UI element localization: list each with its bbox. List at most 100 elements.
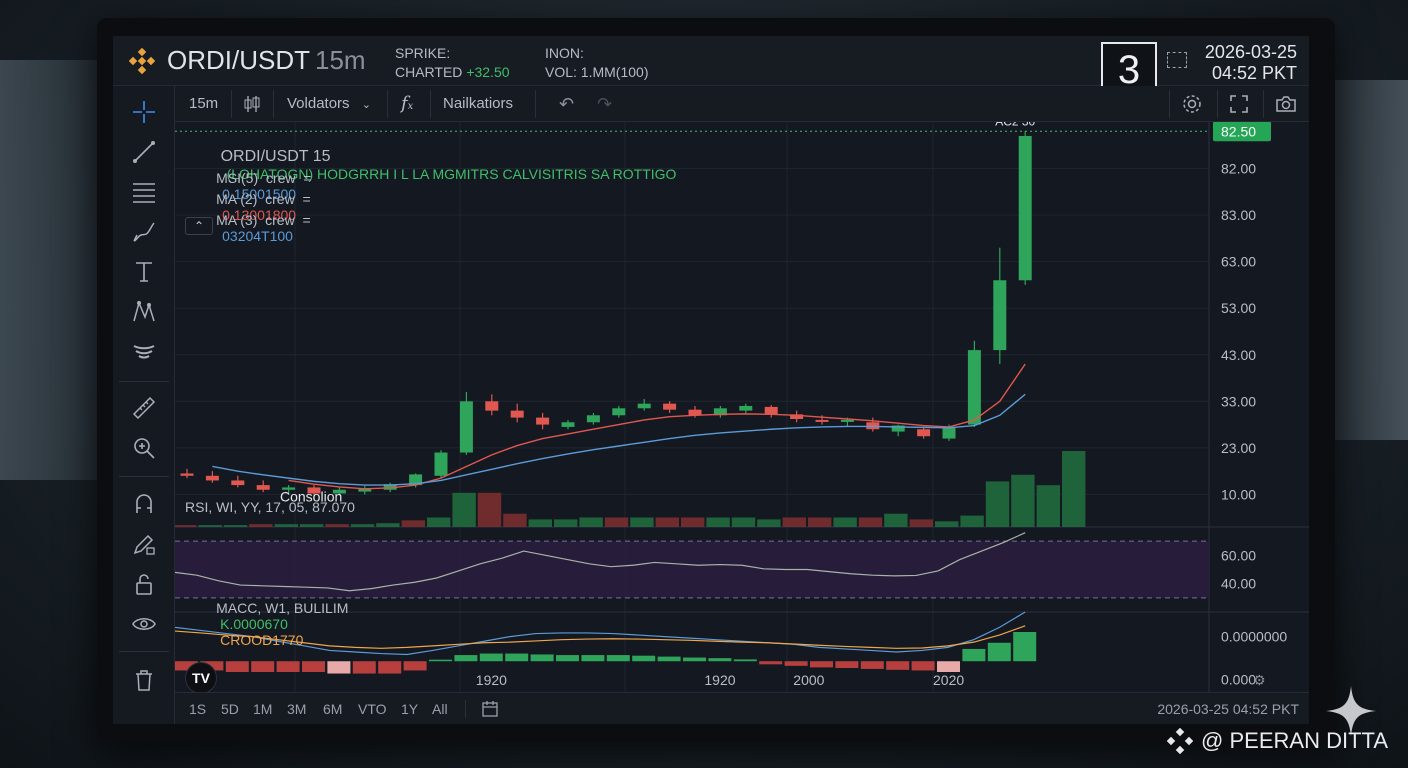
ruler-icon — [132, 396, 156, 420]
prediction-tool[interactable] — [128, 336, 160, 368]
macd-histogram-bar — [708, 658, 732, 662]
volume-bar — [223, 525, 248, 527]
camera-icon — [1276, 96, 1296, 112]
zoom-in-icon — [134, 438, 155, 459]
brush-tool[interactable] — [128, 216, 160, 248]
stat-line: CHARTED +32.50 — [395, 63, 510, 82]
range-6m[interactable]: 6M — [323, 701, 342, 717]
macd-histogram-bar — [479, 653, 503, 662]
macd-histogram-bar — [810, 661, 833, 668]
peak-label: AC2 30 — [995, 122, 1035, 128]
volume-bar — [909, 519, 933, 527]
candle-body — [485, 401, 499, 411]
range-3m[interactable]: 3M — [287, 701, 306, 717]
settings-button[interactable] — [1181, 86, 1203, 122]
zoom-tool[interactable] — [128, 432, 160, 464]
fullscreen-button[interactable] — [1229, 86, 1249, 122]
header-stat-charted: SPRIKE: CHARTED +32.50 — [395, 44, 510, 82]
range-5d[interactable]: 5D — [221, 701, 239, 717]
watermark: @ PEERAN DITTA — [1167, 728, 1388, 754]
date-range-button[interactable] — [481, 700, 499, 721]
candle-body — [510, 410, 524, 418]
toolbar-divider — [1263, 90, 1264, 118]
volume-bar — [833, 517, 857, 527]
legend-collapse-button[interactable]: ⌃ — [185, 217, 213, 235]
macd-value: K.0000670 — [220, 616, 288, 632]
candle-body — [637, 403, 651, 409]
price-axis-label: 63.00 — [1221, 254, 1256, 270]
lock-drawing-tool[interactable] — [128, 528, 160, 560]
undo-icon[interactable]: ↶ — [559, 86, 574, 122]
fib-tool[interactable] — [128, 176, 160, 208]
candle-type-button[interactable] — [243, 86, 261, 122]
chart-toolbar: 15m Voldators ⌄ fx Nailkatiors ↶ ↷ — [175, 86, 1309, 122]
header-stat-volume: INON: VOL: 1.MM(100) — [545, 44, 648, 82]
chart-area[interactable]: 82.00 83.00 63.00 53.00 43.00 33.00 23.00 10.00… — [175, 122, 1309, 724]
visibility-tool[interactable] — [128, 608, 160, 640]
candle-body — [612, 408, 626, 416]
lock-tool[interactable] — [128, 568, 160, 600]
magnet-tool[interactable] — [128, 488, 160, 520]
legend-label: MA (3) crew = — [216, 212, 311, 228]
candle-body — [993, 280, 1007, 351]
fullscreen-icon — [1230, 95, 1248, 113]
toolbar-divider — [273, 90, 274, 118]
toolbar-divider — [1217, 90, 1218, 118]
delete-tool[interactable] — [128, 664, 160, 696]
range-1s[interactable]: 1S — [189, 701, 206, 717]
volume-value: 1.MM(100) — [580, 64, 649, 80]
fx-button[interactable]: fx — [401, 86, 413, 122]
volume-bar — [985, 481, 1010, 527]
time-axis-label: 2000 — [793, 672, 824, 688]
price-tag: 82.50 — [1221, 123, 1256, 139]
pattern-tool[interactable] — [128, 296, 160, 328]
toolbar-divider — [119, 651, 169, 652]
select-area-icon[interactable] — [1167, 52, 1187, 68]
stat-label: INON: — [545, 45, 584, 61]
brush-icon — [133, 222, 155, 242]
measure-tool[interactable] — [128, 392, 160, 424]
stat-line: VOL: 1.MM(100) — [545, 63, 648, 82]
candle-body — [917, 429, 931, 437]
stat-label: SPRIKE: — [395, 45, 451, 61]
volume-bar — [427, 517, 451, 527]
macd-legend: MACC, W1, BULILIM K.0000670 CROOD1770 — [185, 584, 348, 664]
volume-bar — [325, 524, 349, 527]
macd-title: MACC, W1, BULILIM — [216, 600, 349, 616]
text-tool[interactable] — [128, 256, 160, 288]
trendline-tool[interactable] — [128, 136, 160, 168]
header-timeframe[interactable]: 15m — [315, 45, 366, 76]
candle-body — [764, 406, 778, 415]
range-1m[interactable]: 1M — [253, 701, 272, 717]
volume-bar — [274, 524, 298, 527]
volume-bar — [503, 513, 527, 527]
price-axis-label: 53.00 — [1221, 300, 1256, 316]
candle-body — [739, 405, 753, 411]
diamond-logo-icon — [1167, 728, 1194, 754]
candle-body — [561, 422, 575, 427]
candle-body — [536, 417, 550, 425]
volume-bar — [528, 519, 552, 527]
screenshot-button[interactable] — [1275, 86, 1297, 122]
macd-histogram-bar — [1013, 632, 1037, 662]
macd-histogram-bar — [352, 661, 376, 674]
macd-histogram-bar — [759, 661, 783, 665]
crosshair-tool[interactable] — [128, 96, 160, 128]
redo-icon[interactable]: ↷ — [597, 86, 612, 122]
alerts-button[interactable]: Nailkatiors — [443, 86, 513, 122]
candles-icon — [244, 96, 260, 112]
indicators-button[interactable]: Voldators ⌄ — [287, 86, 371, 122]
symbol-title[interactable]: ORDI/USDT — [167, 45, 310, 76]
tradingview-logo-icon[interactable]: TV — [185, 662, 217, 694]
price-axis-label: 33.00 — [1221, 393, 1256, 409]
toolbar-divider — [430, 90, 431, 118]
range-all[interactable]: All — [432, 701, 448, 717]
volume-bar — [300, 524, 324, 527]
pattern-icon — [133, 300, 155, 322]
candle-body — [205, 475, 219, 481]
interval-selector[interactable]: 15m — [189, 86, 218, 122]
range-vto[interactable]: VTO — [358, 701, 387, 717]
range-1y[interactable]: 1Y — [401, 701, 418, 717]
signal-value: CROOD1770 — [220, 632, 304, 648]
prediction-icon — [133, 345, 155, 359]
